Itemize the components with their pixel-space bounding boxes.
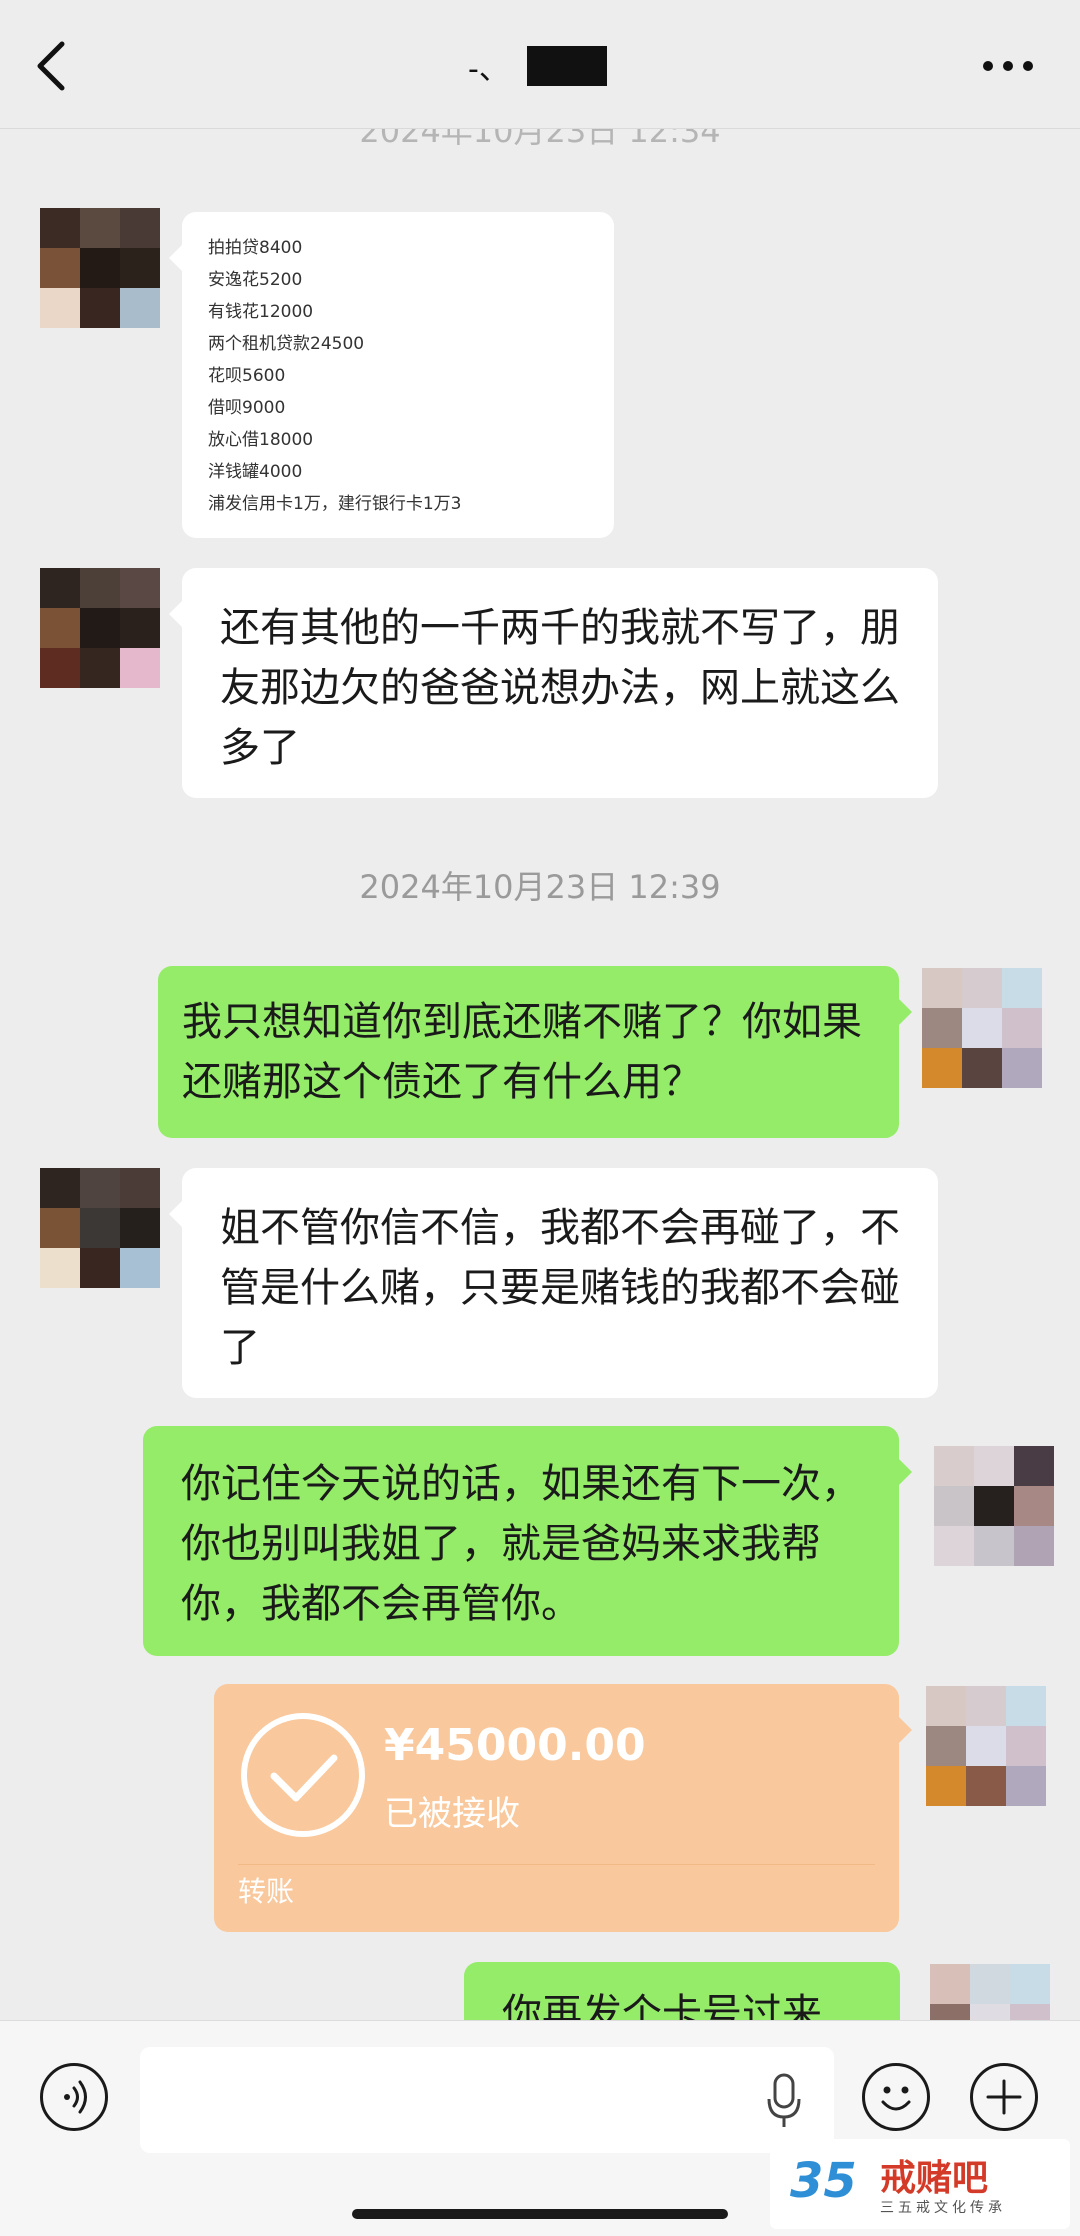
redacted-name-block	[526, 46, 607, 86]
list-item: 两个租机贷款24500	[208, 334, 365, 354]
emoji-button[interactable]	[862, 2063, 930, 2131]
voice-toggle-button[interactable]	[40, 2063, 108, 2131]
smiley-icon	[881, 2086, 911, 2111]
message-text: 我只想知道你到底还赌不赌了？你如果还赌那这个债还了有什么用？	[182, 999, 862, 1105]
message-text: 你记住今天说的话，如果还有下一次，你也别叫我姐了，就是爸妈来求我帮你，我都不会再…	[181, 1461, 861, 1627]
message-text: 姐不管你信不信，我都不会再碰了，不管是什么赌，只要是赌钱的我都不会碰了	[220, 1205, 900, 1371]
avatar-other[interactable]	[40, 568, 160, 688]
home-indicator	[352, 2209, 728, 2219]
watermark-number: 35	[790, 2153, 857, 2209]
message-bubble-other[interactable]: 还有其他的一千两千的我就不写了，朋友那边欠的爸爸说想办法，网上就这么多了	[169, 568, 938, 798]
list-item: 洋钱罐4000	[208, 462, 303, 482]
list-item: 放心借18000	[208, 430, 314, 450]
list-item: 拍拍贷8400	[208, 238, 303, 258]
message-bubble-me[interactable]: 你记住今天说的话，如果还有下一次，你也别叫我姐了，就是爸妈来求我帮你，我都不会再…	[143, 1426, 912, 1656]
avatar-me[interactable]	[922, 968, 1042, 1088]
message-input[interactable]	[140, 2047, 834, 2153]
chat-title-text: -、	[468, 52, 509, 87]
check-circle-icon	[241, 1713, 365, 1837]
watermark-logo: 35 戒赌吧 三五戒文化传承	[770, 2139, 1070, 2229]
avatar-me[interactable]	[934, 1446, 1054, 1566]
message-bubble-me[interactable]: 我只想知道你到底还赌不赌了？你如果还赌那这个债还了有什么用？	[158, 966, 912, 1138]
avatar-other[interactable]	[40, 208, 160, 328]
plus-button[interactable]	[970, 2063, 1038, 2131]
watermark-name: 戒赌吧	[880, 2158, 989, 2199]
debt-list-bubble[interactable]: 拍拍贷8400 安逸花5200 有钱花12000 两个租机贷款24500 花呗5…	[169, 212, 614, 538]
message-text: 还有其他的一千两千的我就不写了，朋友那边欠的爸爸说想办法，网上就这么多了	[220, 605, 900, 771]
input-bar: 35 戒赌吧 三五戒文化传承	[0, 2020, 1080, 2236]
transfer-divider	[238, 1864, 875, 1865]
plus-icon	[986, 2079, 1022, 2115]
microphone-icon[interactable]	[764, 2071, 804, 2131]
transfer-card[interactable]: ¥45000.00 已被接收 转账	[214, 1684, 912, 1932]
transfer-amount: ¥45000.00	[384, 1720, 646, 1771]
chat-title: -、	[468, 44, 607, 88]
list-item: 浦发信用卡1万，建行银行卡1万3	[208, 494, 462, 514]
timestamp-mid: 2024年10月23日 12:39	[359, 868, 721, 906]
message-bubble-other[interactable]: 姐不管你信不信，我都不会再碰了，不管是什么赌，只要是赌钱的我都不会碰了	[169, 1168, 938, 1398]
watermark-tagline: 三五戒文化传承	[880, 2200, 1006, 2216]
list-item: 安逸花5200	[208, 270, 303, 290]
avatar-me[interactable]	[926, 1686, 1046, 1806]
transfer-status: 已被接收	[384, 1794, 520, 1834]
avatar-other[interactable]	[40, 1168, 160, 1288]
more-horizontal-icon[interactable]	[982, 56, 1034, 76]
list-item: 花呗5600	[208, 366, 286, 386]
chevron-left-icon[interactable]	[30, 38, 74, 94]
transfer-label: 转账	[238, 1875, 295, 1908]
chat-header: -、	[0, 0, 1080, 129]
voice-wave-icon	[64, 2080, 87, 2114]
list-item: 借呗9000	[208, 398, 286, 418]
list-item: 有钱花12000	[208, 302, 314, 322]
